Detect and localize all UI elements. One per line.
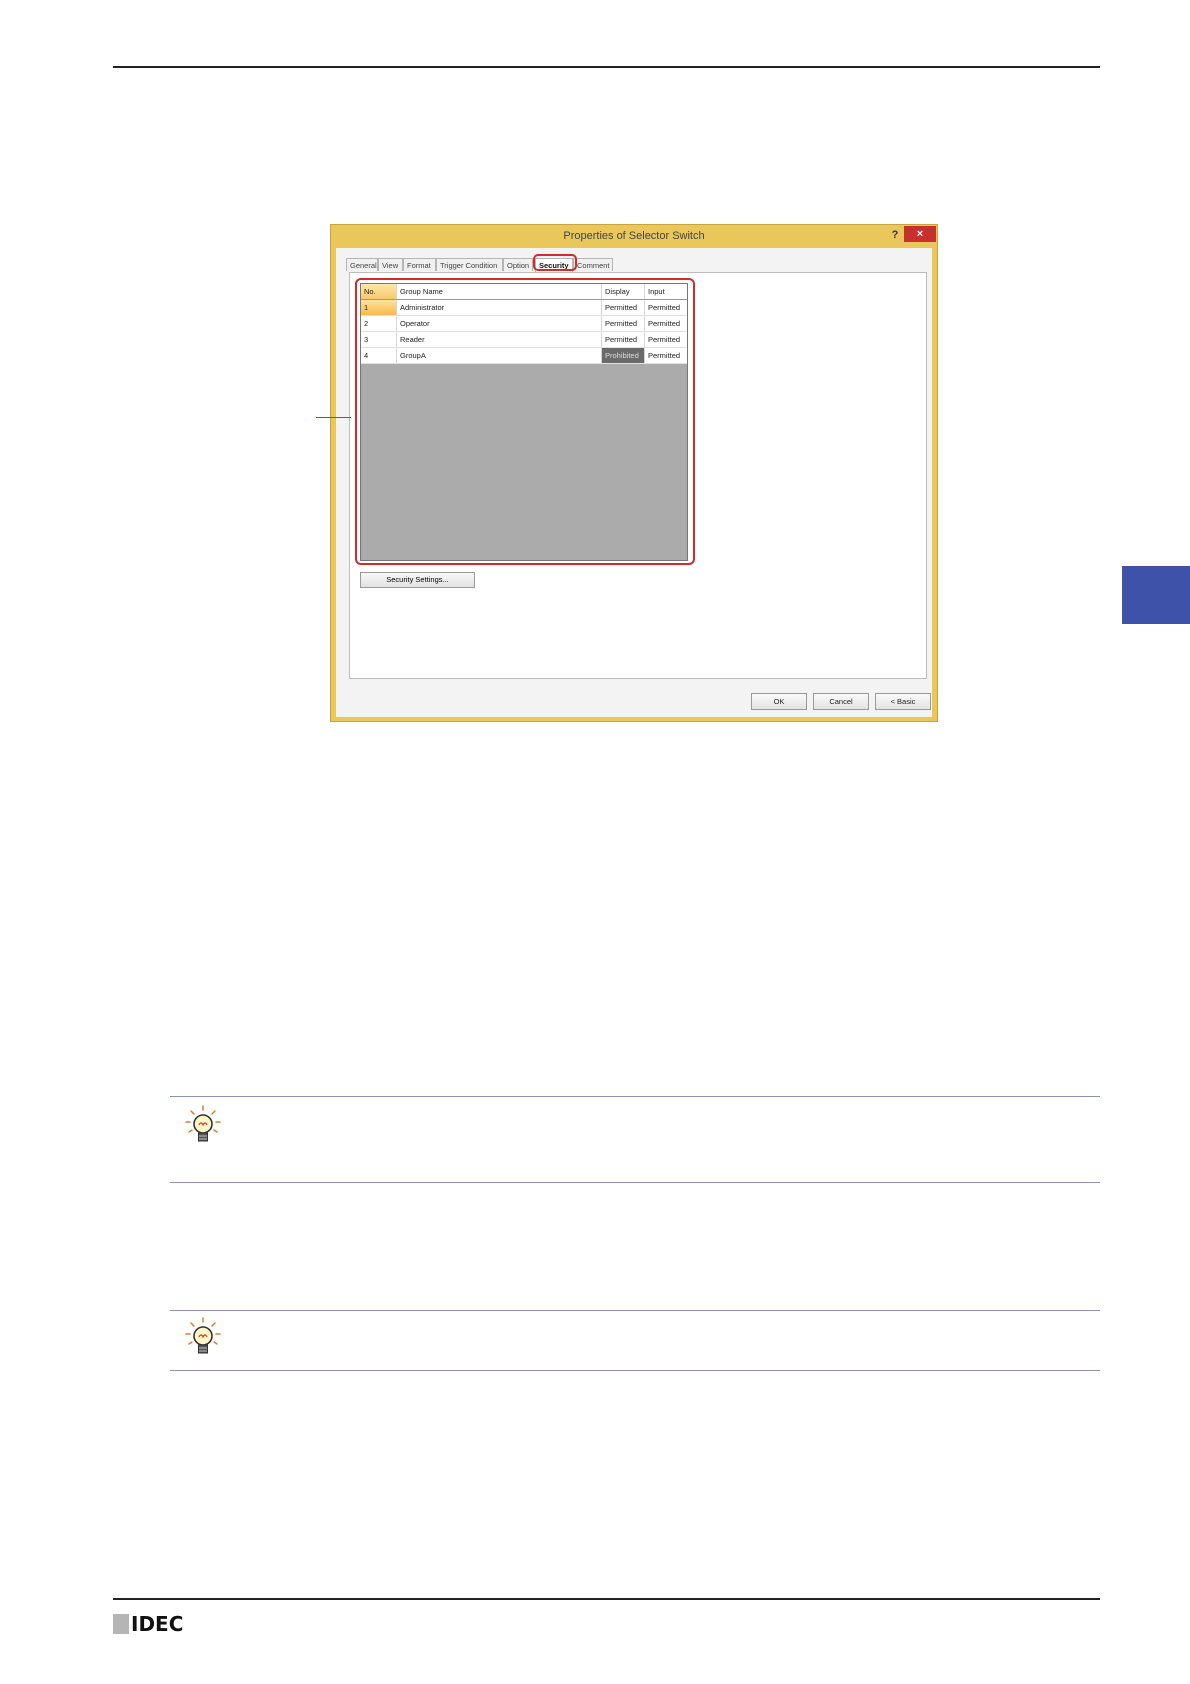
table-row[interactable]: 1 Administrator Permitted Permitted [361,300,687,316]
hint-rule-top [170,1310,1100,1311]
footer-rule [113,1598,1100,1600]
idec-logo: IDEC [113,1612,184,1636]
row-display[interactable]: Prohibited [602,348,645,363]
lightbulb-icon [183,1104,223,1148]
security-panel: No. Group Name Display Input 1 Administr… [349,272,927,679]
security-tab-highlight [533,254,577,271]
row-display[interactable]: Permitted [602,300,645,315]
row-display[interactable]: Permitted [602,332,645,347]
callout-line [316,417,351,418]
hint-rule-bottom [170,1182,1100,1183]
row-display[interactable]: Permitted [602,316,645,331]
logo-text: IDEC [131,1612,184,1636]
header-display: Display [602,284,645,299]
tab-view[interactable]: View [378,258,403,271]
basic-button[interactable]: < Basic [875,693,931,710]
tab-option[interactable]: Option [503,258,533,271]
row-no: 2 [361,316,397,331]
tab-format[interactable]: Format [403,258,436,271]
chapter-tab [1122,566,1190,624]
table-row[interactable]: 4 GroupA Prohibited Permitted [361,348,687,364]
hint-rule-top [170,1096,1100,1097]
table-row[interactable]: 2 Operator Permitted Permitted [361,316,687,332]
tab-trigger-condition[interactable]: Trigger Condition [436,258,503,271]
row-input[interactable]: Permitted [645,316,687,331]
table-header: No. Group Name Display Input [361,284,687,300]
table-row[interactable]: 3 Reader Permitted Permitted [361,332,687,348]
hint-rule-bottom [170,1370,1100,1371]
header-rule [113,66,1100,68]
header-input: Input [648,287,665,296]
header-no: No. [361,284,397,299]
close-button[interactable]: × [904,226,936,242]
row-no: 4 [361,348,397,363]
dialog-title: Properties of Selector Switch [563,230,705,242]
row-group-name: Reader [397,332,602,347]
header-group-name: Group Name [397,284,602,299]
properties-dialog: Properties of Selector Switch ? × Genera… [330,224,938,722]
dialog-body: General View Format Trigger Condition Op… [336,248,932,717]
row-input[interactable]: Permitted [645,300,687,315]
lightbulb-icon [183,1316,223,1360]
row-group-name: GroupA [397,348,602,363]
security-table: No. Group Name Display Input 1 Administr… [360,283,688,561]
logo-bar [113,1614,129,1634]
security-settings-button[interactable]: Security Settings... [360,572,475,588]
row-group-name: Administrator [397,300,602,315]
help-button[interactable]: ? [887,227,903,243]
ok-button[interactable]: OK [751,693,807,710]
row-no: 1 [361,300,397,315]
row-group-name: Operator [397,316,602,331]
tab-comment[interactable]: Comment [573,258,613,271]
tab-general[interactable]: General [346,258,378,271]
cancel-button[interactable]: Cancel [813,693,869,710]
row-input[interactable]: Permitted [645,348,687,363]
row-input[interactable]: Permitted [645,332,687,347]
row-no: 3 [361,332,397,347]
